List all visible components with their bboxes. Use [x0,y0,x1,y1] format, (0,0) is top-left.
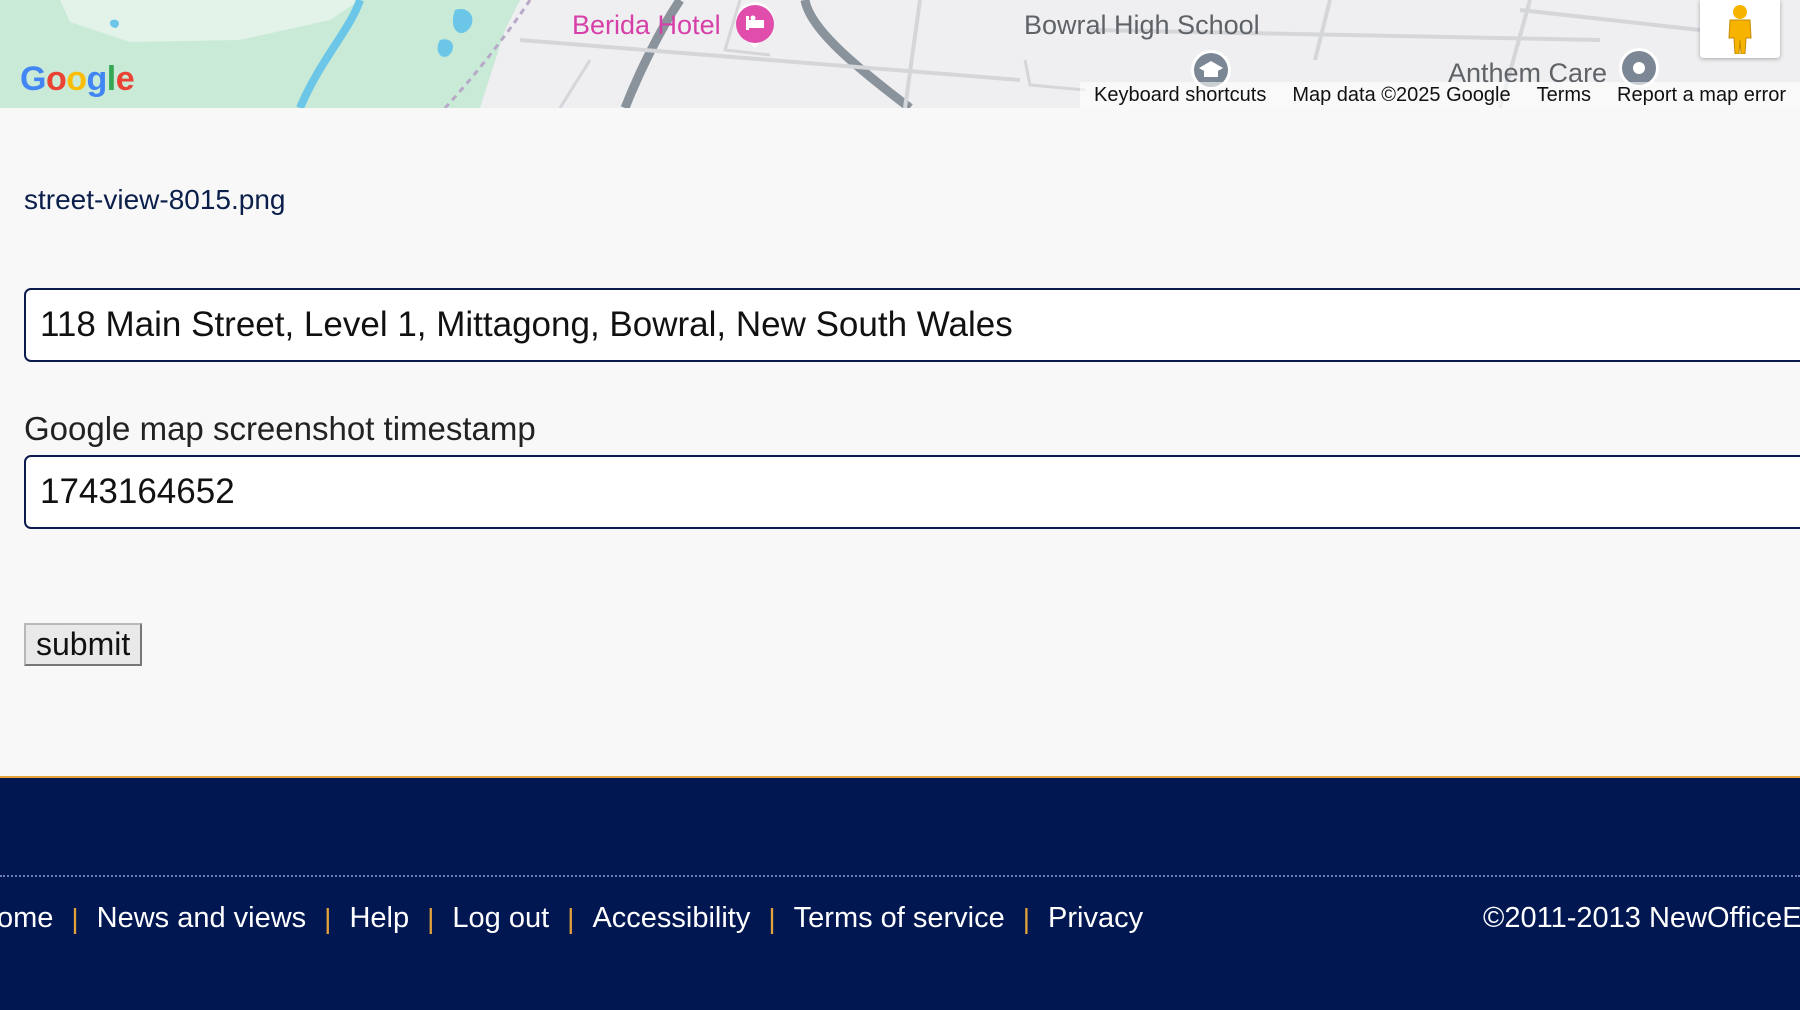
footer-separator: | [71,902,79,934]
footer-link-terms[interactable]: Terms of service [794,902,1005,935]
hotel-pin-icon[interactable] [732,2,778,50]
main-road-2 [800,0,913,108]
report-map-error-link[interactable]: Report a map error [1617,84,1786,107]
footer-link-news[interactable]: News and views [97,902,307,935]
minor-road-2 [903,0,922,108]
logo-letter-o2: o [66,60,87,98]
submit-button[interactable]: submit [24,623,143,666]
logo-letter-e: e [115,60,135,98]
minor-road-4 [1313,0,1332,61]
terms-link[interactable]: Terms [1537,84,1591,107]
logo-letter-g: G [20,60,46,98]
site-footer: Home | News and views | Help | Log out |… [0,776,1800,1010]
footer-link-accessibility[interactable]: Accessibility [592,902,750,935]
timestamp-label: Google map screenshot timestamp [24,410,536,447]
footer-separator: | [1022,902,1031,934]
footer-separator: | [567,902,575,934]
footer-link-home[interactable]: Home [0,902,53,935]
timestamp-input[interactable] [24,455,1800,529]
footer-nav: Home | News and views | Help | Log out |… [0,902,1143,935]
form-area: street-view-8015.png Google map screensh… [0,108,1800,776]
minor-road-7 [1023,59,1086,92]
minor-road-9 [558,59,592,108]
map-attribution-bar: Keyboard shortcuts Map data ©2025 Google… [1080,82,1800,108]
poi-hotel-label[interactable]: Berida Hotel [572,10,721,41]
keyboard-shortcuts-link[interactable]: Keyboard shortcuts [1094,84,1266,107]
logo-letter-o1: o [45,60,67,98]
footer-link-logout[interactable]: Log out [452,902,549,935]
footer-separator: | [768,902,776,934]
footer-link-help[interactable]: Help [349,902,409,935]
footer-separator: | [427,902,435,934]
file-name: street-view-8015.png [24,184,286,215]
address-input[interactable] [24,288,1800,362]
map-strip[interactable]: Berida Hotel Bowral High School Anthem C… [0,0,1800,108]
copyright-text: ©2011-2013 NewOfficeEu [1483,902,1800,934]
minor-road-6 [1519,8,1701,32]
map-data-text: Map data ©2025 Google [1292,83,1511,106]
logo-letter-g2: g [86,60,108,98]
footer-divider [0,875,1800,877]
pegman-icon [1728,5,1752,54]
footer-link-privacy[interactable]: Privacy [1048,902,1143,935]
pegman-control[interactable] [1700,0,1780,58]
footer-separator: | [324,902,332,934]
google-logo[interactable]: Google [20,60,135,99]
logo-letter-l: l [106,60,116,98]
poi-school-label[interactable]: Bowral High School [1024,10,1260,41]
